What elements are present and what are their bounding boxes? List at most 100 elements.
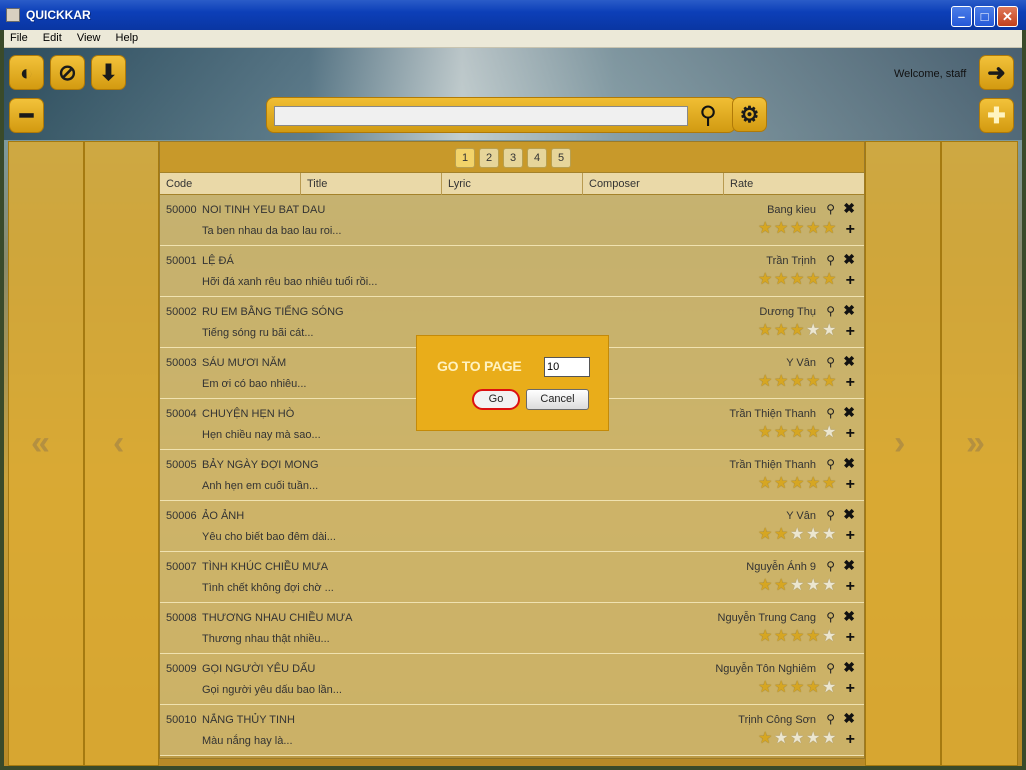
star-icon[interactable]: ★ <box>790 476 806 492</box>
star-icon[interactable]: ★ <box>790 680 806 696</box>
edit-icon[interactable]: ⚲ <box>826 253 835 267</box>
star-icon[interactable]: ★ <box>790 323 806 339</box>
edit-icon[interactable]: ⚲ <box>826 712 835 726</box>
add-to-queue-icon[interactable]: + <box>846 272 855 290</box>
star-icon[interactable]: ★ <box>806 323 822 339</box>
table-row[interactable]: 50006 ẢO ẢNH Yêu cho biết bao đêm dài... Y … <box>160 501 864 552</box>
star-icon[interactable]: ★ <box>774 272 790 288</box>
column-header-code[interactable]: Code <box>160 173 301 195</box>
menu-edit[interactable]: Edit <box>37 30 68 44</box>
star-icon[interactable]: ★ <box>774 476 790 492</box>
prev-page-panel[interactable]: ‹ <box>84 141 159 766</box>
star-icon[interactable]: ★ <box>790 527 806 543</box>
rating-stars[interactable]: ★ ★ ★ ★ ★ <box>758 476 838 492</box>
column-header-rate[interactable]: Rate <box>724 173 865 195</box>
forward-button[interactable]: ➜ <box>979 55 1014 90</box>
menu-file[interactable]: File <box>4 30 34 44</box>
star-icon[interactable]: ★ <box>774 731 790 747</box>
table-row[interactable]: 50005 BẢY NGÀY ĐỢI MONG Anh hẹn em cuối tu… <box>160 450 864 501</box>
delete-icon[interactable]: ✖ <box>843 710 855 727</box>
star-icon[interactable]: ★ <box>806 425 822 441</box>
star-icon[interactable]: ★ <box>758 272 774 288</box>
delete-icon[interactable]: ✖ <box>843 251 855 268</box>
delete-icon[interactable]: ✖ <box>843 557 855 574</box>
star-icon[interactable]: ★ <box>822 578 838 594</box>
edit-icon[interactable]: ⚲ <box>826 202 835 216</box>
menu-view[interactable]: View <box>71 30 107 44</box>
table-row[interactable]: 50009 GỌI NGƯỜI YÊU DẤU Gọi người yêu dấu … <box>160 654 864 705</box>
star-icon[interactable]: ★ <box>758 476 774 492</box>
delete-icon[interactable]: ✖ <box>843 200 855 217</box>
last-page-panel[interactable]: » <box>941 141 1018 766</box>
rating-stars[interactable]: ★ ★ ★ ★ ★ <box>758 731 838 747</box>
star-icon[interactable]: ★ <box>806 629 822 645</box>
add-to-queue-icon[interactable]: + <box>846 680 855 698</box>
delete-icon[interactable]: ✖ <box>843 353 855 370</box>
table-row[interactable]: 50008 THƯƠNG NHAU CHIỀU MƯA Thương nhau th… <box>160 603 864 654</box>
star-icon[interactable]: ★ <box>758 425 774 441</box>
first-page-panel[interactable]: « <box>8 141 84 766</box>
rating-stars[interactable]: ★ ★ ★ ★ ★ <box>758 425 838 441</box>
star-icon[interactable]: ★ <box>822 272 838 288</box>
add-to-queue-icon[interactable]: + <box>846 476 855 494</box>
star-icon[interactable]: ★ <box>822 527 838 543</box>
table-row[interactable]: 50007 TÌNH KHÚC CHIỀU MƯA Tình chết không … <box>160 552 864 603</box>
add-to-queue-icon[interactable]: + <box>846 629 855 647</box>
close-window-button[interactable]: ✕ <box>997 6 1018 27</box>
star-icon[interactable]: ★ <box>822 731 838 747</box>
page-button-5[interactable]: 5 <box>551 148 571 168</box>
star-icon[interactable]: ★ <box>822 629 838 645</box>
delete-icon[interactable]: ✖ <box>843 455 855 472</box>
karaoke-mic-button[interactable]: ◐ <box>9 55 44 90</box>
star-icon[interactable]: ★ <box>790 374 806 390</box>
delete-icon[interactable]: ✖ <box>843 404 855 421</box>
add-to-queue-icon[interactable]: + <box>846 731 855 749</box>
delete-icon[interactable]: ✖ <box>843 302 855 319</box>
star-icon[interactable]: ★ <box>790 731 806 747</box>
minimize-button[interactable]: – <box>951 6 972 27</box>
edit-icon[interactable]: ⚲ <box>826 457 835 471</box>
edit-icon[interactable]: ⚲ <box>826 661 835 675</box>
star-icon[interactable]: ★ <box>790 221 806 237</box>
page-button-1[interactable]: 1 <box>455 148 475 168</box>
search-input[interactable] <box>274 106 688 126</box>
star-icon[interactable]: ★ <box>822 476 838 492</box>
maximize-button[interactable]: □ <box>974 6 995 27</box>
star-icon[interactable]: ★ <box>758 527 774 543</box>
add-to-queue-icon[interactable]: + <box>846 578 855 596</box>
table-row[interactable]: 50000 NOI TINH YEU BAT DAU Ta ben nhau da … <box>160 195 864 246</box>
rating-stars[interactable]: ★ ★ ★ ★ ★ <box>758 221 838 237</box>
edit-icon[interactable]: ⚲ <box>826 304 835 318</box>
star-icon[interactable]: ★ <box>806 731 822 747</box>
search-icon[interactable]: ⚲ <box>694 102 722 130</box>
star-icon[interactable]: ★ <box>758 680 774 696</box>
menu-help[interactable]: Help <box>110 30 145 44</box>
page-number-input[interactable] <box>544 357 590 377</box>
edit-icon[interactable]: ⚲ <box>826 406 835 420</box>
star-icon[interactable]: ★ <box>790 272 806 288</box>
star-icon[interactable]: ★ <box>774 629 790 645</box>
star-icon[interactable]: ★ <box>806 272 822 288</box>
star-icon[interactable]: ★ <box>806 374 822 390</box>
page-button-3[interactable]: 3 <box>503 148 523 168</box>
table-row[interactable]: 50001 LỆ ĐÁ Hỡi đá xanh rêu bao nhiêu tuổi… <box>160 246 864 297</box>
add-to-queue-icon[interactable]: + <box>846 425 855 443</box>
rating-stars[interactable]: ★ ★ ★ ★ ★ <box>758 527 838 543</box>
next-page-panel[interactable]: › <box>865 141 941 766</box>
delete-icon[interactable]: ✖ <box>843 608 855 625</box>
star-icon[interactable]: ★ <box>822 374 838 390</box>
star-icon[interactable]: ★ <box>758 374 774 390</box>
edit-icon[interactable]: ⚲ <box>826 355 835 369</box>
star-icon[interactable]: ★ <box>822 221 838 237</box>
star-icon[interactable]: ★ <box>774 425 790 441</box>
remove-button[interactable]: ━ <box>9 98 44 133</box>
star-icon[interactable]: ★ <box>806 680 822 696</box>
rating-stars[interactable]: ★ ★ ★ ★ ★ <box>758 374 838 390</box>
star-icon[interactable]: ★ <box>758 578 774 594</box>
table-row[interactable]: 50010 NẮNG THỦY TINH Màu nắng hay là... Trị… <box>160 705 864 756</box>
star-icon[interactable]: ★ <box>806 221 822 237</box>
add-button[interactable]: ✚ <box>979 98 1014 133</box>
star-icon[interactable]: ★ <box>774 680 790 696</box>
column-header-title[interactable]: Title <box>301 173 442 195</box>
settings-button[interactable]: ⚙ <box>732 97 767 132</box>
